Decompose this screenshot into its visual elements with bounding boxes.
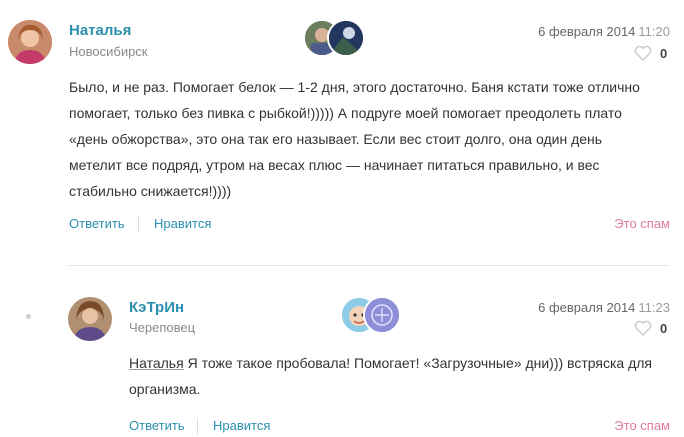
like-button[interactable]: Нравится (154, 216, 211, 231)
reply-button[interactable]: Ответить (69, 216, 125, 231)
time-text: 11:23 (638, 300, 670, 315)
report-spam-button[interactable]: Это спам (614, 216, 670, 231)
like-count: 0 (660, 46, 668, 61)
mention-link[interactable]: Наталья (129, 355, 184, 371)
report-spam-button[interactable]: Это спам (614, 418, 670, 433)
comment-date: 6 февраля 2014 11:23 (538, 300, 670, 315)
reply-comment: КэТрИн Череповец 6 февраля 2014 11:23 0 Н… (0, 280, 684, 437)
action-divider (197, 418, 198, 434)
thread-dot (26, 314, 31, 319)
author-city: Череповец (129, 320, 196, 335)
comment: Наталья Новосибирск 6 февраля 2014 11:20 … (0, 0, 684, 250)
author-name[interactable]: Наталья (69, 22, 131, 39)
comment-date: 6 февраля 2014 11:20 (538, 24, 670, 39)
comment-body: Я тоже такое пробовала! Помогает! «Загру… (129, 355, 652, 397)
heart-icon[interactable] (634, 45, 652, 61)
date-text: 6 февраля 2014 (538, 300, 636, 315)
like-button[interactable]: Нравится (213, 418, 270, 433)
action-divider (138, 216, 139, 232)
author-city: Новосибирск (69, 44, 148, 59)
date-text: 6 февраля 2014 (538, 24, 636, 39)
liked-avatar[interactable] (363, 296, 401, 334)
liked-avatar[interactable] (327, 19, 365, 57)
avatar[interactable] (8, 20, 52, 64)
author-name[interactable]: КэТрИн (129, 299, 184, 316)
comment-text: Было, и не раз. Помогает белок — 1-2 дня… (69, 79, 640, 199)
comment-divider (67, 265, 670, 266)
time-text: 11:20 (638, 24, 670, 39)
heart-icon[interactable] (634, 320, 652, 336)
reply-button[interactable]: Ответить (129, 418, 185, 433)
comment-text: Наталья Я тоже такое пробовала! Помогает… (129, 350, 669, 402)
like-count: 0 (660, 321, 668, 336)
avatar[interactable] (68, 297, 112, 341)
